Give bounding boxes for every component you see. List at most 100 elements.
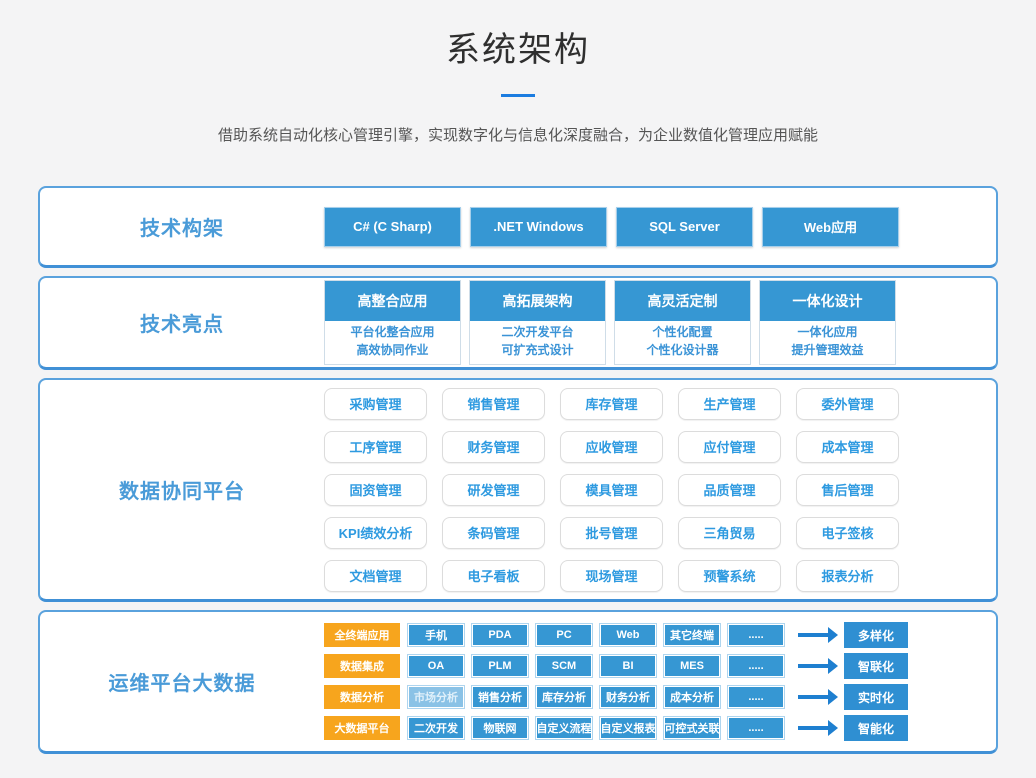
item-chip[interactable]: 可控式关联 <box>664 717 720 739</box>
item-chip[interactable]: Web <box>600 624 656 646</box>
highlight-card-body: 平台化整合应用 高效协同作业 <box>325 321 460 364</box>
result-badge[interactable]: 实时化 <box>844 684 908 710</box>
highlight-card-line: 一体化应用 <box>760 323 895 341</box>
highlight-card-line: 二次开发平台 <box>470 323 605 341</box>
item-chip-more[interactable]: ..... <box>728 686 784 708</box>
arrow-right-icon <box>798 633 828 637</box>
module-button[interactable]: 销售管理 <box>442 388 545 420</box>
section-highlights-label: 技术亮点 <box>40 308 324 337</box>
tech-stack-button-sqlserver[interactable]: SQL Server <box>616 207 753 247</box>
module-button[interactable]: 现场管理 <box>560 560 663 592</box>
module-button[interactable]: 采购管理 <box>324 388 427 420</box>
item-chip-more[interactable]: ..... <box>728 655 784 677</box>
bigdata-rows: 全终端应用 手机 PDA PC Web 其它终端 ..... 多样化 数据集成 … <box>324 622 908 741</box>
module-button[interactable]: 预警系统 <box>678 560 781 592</box>
section-data-platform-label: 数据协同平台 <box>40 475 324 504</box>
category-button[interactable]: 全终端应用 <box>324 623 400 647</box>
module-button[interactable]: 应付管理 <box>678 431 781 463</box>
section-highlights: 技术亮点 高整合应用 平台化整合应用 高效协同作业 高拓展架构 二次开发平台 可… <box>38 276 998 370</box>
module-button[interactable]: 报表分析 <box>796 560 899 592</box>
item-chip[interactable]: 销售分析 <box>472 686 528 708</box>
module-button[interactable]: 电子签核 <box>796 517 899 549</box>
item-chip[interactable]: 财务分析 <box>600 686 656 708</box>
module-button[interactable]: 工序管理 <box>324 431 427 463</box>
highlight-card-line: 提升管理效益 <box>760 341 895 359</box>
bigdata-row-platform: 大数据平台 二次开发 物联网 自定义流程 自定义报表 可控式关联 ..... 智… <box>324 715 908 741</box>
module-button[interactable]: 库存管理 <box>560 388 663 420</box>
module-button[interactable]: 模具管理 <box>560 474 663 506</box>
highlight-card-line: 可扩充式设计 <box>470 341 605 359</box>
item-chip[interactable]: BI <box>600 655 656 677</box>
item-chip[interactable]: 自定义流程 <box>536 717 592 739</box>
module-button[interactable]: 电子看板 <box>442 560 545 592</box>
highlight-card: 一体化设计 一体化应用 提升管理效益 <box>759 280 896 365</box>
module-button[interactable]: 品质管理 <box>678 474 781 506</box>
item-chip[interactable]: 库存分析 <box>536 686 592 708</box>
highlight-cards: 高整合应用 平台化整合应用 高效协同作业 高拓展架构 二次开发平台 可扩充式设计… <box>324 280 896 365</box>
section-bigdata-label: 运维平台大数据 <box>40 667 324 696</box>
bigdata-row-integration: 数据集成 OA PLM SCM BI MES ..... 智联化 <box>324 653 908 679</box>
item-chip[interactable]: 自定义报表 <box>600 717 656 739</box>
bigdata-row-terminals: 全终端应用 手机 PDA PC Web 其它终端 ..... 多样化 <box>324 622 908 648</box>
result-badge[interactable]: 智能化 <box>844 715 908 741</box>
tech-stack-button-csharp[interactable]: C# (C Sharp) <box>324 207 461 247</box>
tech-stack-buttons: C# (C Sharp) .NET Windows SQL Server Web… <box>324 207 899 247</box>
page-subtitle: 借助系统自动化核心管理引擎，实现数字化与信息化深度融合，为企业数值化管理应用赋能 <box>0 124 1036 145</box>
highlight-card: 高拓展架构 二次开发平台 可扩充式设计 <box>469 280 606 365</box>
arrow-right-icon <box>798 695 828 699</box>
highlight-card-line: 个性化配置 <box>615 323 750 341</box>
highlight-card-line: 平台化整合应用 <box>325 323 460 341</box>
highlight-card-line: 高效协同作业 <box>325 341 460 359</box>
module-button[interactable]: 生产管理 <box>678 388 781 420</box>
module-button[interactable]: 三角贸易 <box>678 517 781 549</box>
section-tech-stack-label: 技术构架 <box>40 212 324 241</box>
module-button[interactable]: 应收管理 <box>560 431 663 463</box>
item-chip[interactable]: MES <box>664 655 720 677</box>
item-chip[interactable]: PLM <box>472 655 528 677</box>
item-chip-more[interactable]: ..... <box>728 624 784 646</box>
item-chip[interactable]: 物联网 <box>472 717 528 739</box>
highlight-card-body: 一体化应用 提升管理效益 <box>760 321 895 364</box>
item-chip[interactable]: PDA <box>472 624 528 646</box>
highlight-card-title: 高灵活定制 <box>615 281 750 321</box>
category-button[interactable]: 数据集成 <box>324 654 400 678</box>
highlight-card-line: 个性化设计器 <box>615 341 750 359</box>
tech-stack-button-web[interactable]: Web应用 <box>762 207 899 247</box>
module-button[interactable]: 批号管理 <box>560 517 663 549</box>
category-button[interactable]: 大数据平台 <box>324 716 400 740</box>
module-button[interactable]: KPI绩效分析 <box>324 517 427 549</box>
module-button[interactable]: 文档管理 <box>324 560 427 592</box>
title-divider <box>501 94 535 97</box>
item-chip[interactable]: OA <box>408 655 464 677</box>
arrow-right-icon <box>798 664 828 668</box>
architecture-diagram: 技术构架 C# (C Sharp) .NET Windows SQL Serve… <box>38 186 998 754</box>
result-badge[interactable]: 多样化 <box>844 622 908 648</box>
section-data-platform: 数据协同平台 采购管理 销售管理 库存管理 生产管理 委外管理 工序管理 财务管… <box>38 378 998 602</box>
section-tech-stack: 技术构架 C# (C Sharp) .NET Windows SQL Serve… <box>38 186 998 268</box>
module-button[interactable]: 条码管理 <box>442 517 545 549</box>
module-button[interactable]: 固资管理 <box>324 474 427 506</box>
highlight-card: 高灵活定制 个性化配置 个性化设计器 <box>614 280 751 365</box>
item-chip[interactable]: 手机 <box>408 624 464 646</box>
item-chip-more[interactable]: ..... <box>728 717 784 739</box>
item-chip[interactable]: PC <box>536 624 592 646</box>
highlight-card: 高整合应用 平台化整合应用 高效协同作业 <box>324 280 461 365</box>
highlight-card-title: 高拓展架构 <box>470 281 605 321</box>
item-chip[interactable]: 二次开发 <box>408 717 464 739</box>
section-bigdata: 运维平台大数据 全终端应用 手机 PDA PC Web 其它终端 ..... 多… <box>38 610 998 754</box>
item-chip[interactable]: SCM <box>536 655 592 677</box>
module-grid: 采购管理 销售管理 库存管理 生产管理 委外管理 工序管理 财务管理 应收管理 … <box>324 388 899 592</box>
module-button[interactable]: 研发管理 <box>442 474 545 506</box>
category-button[interactable]: 数据分析 <box>324 685 400 709</box>
tech-stack-button-dotnet[interactable]: .NET Windows <box>470 207 607 247</box>
item-chip[interactable]: 其它终端 <box>664 624 720 646</box>
module-button[interactable]: 成本管理 <box>796 431 899 463</box>
item-chip[interactable]: 成本分析 <box>664 686 720 708</box>
page-title: 系统架构 <box>0 0 1036 71</box>
result-badge[interactable]: 智联化 <box>844 653 908 679</box>
item-chip[interactable]: 市场分析 <box>408 686 464 708</box>
module-button[interactable]: 售后管理 <box>796 474 899 506</box>
module-button[interactable]: 财务管理 <box>442 431 545 463</box>
arrow-right-icon <box>798 726 828 730</box>
module-button[interactable]: 委外管理 <box>796 388 899 420</box>
